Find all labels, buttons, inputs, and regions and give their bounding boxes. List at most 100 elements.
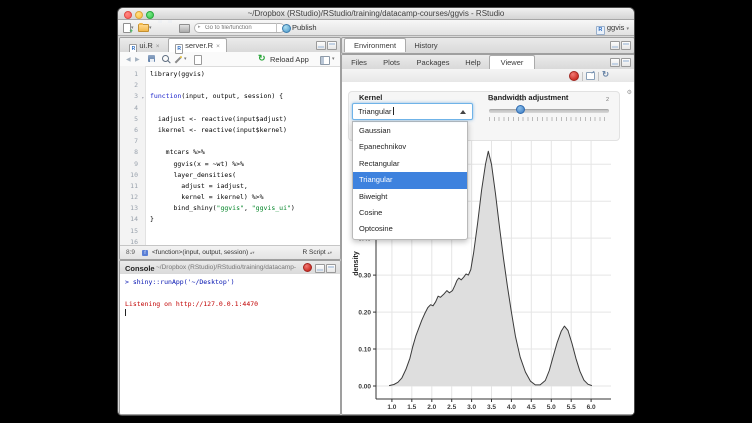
viewer-tabbar: Files Plots Packages Help Viewer: [342, 55, 634, 70]
reload-app-icon[interactable]: ↻: [258, 53, 266, 64]
open-in-new-window-icon[interactable]: [586, 72, 595, 80]
code-line[interactable]: iadjust <- reactive(input$adjust): [150, 114, 340, 125]
tab-server-r[interactable]: Rserver.R×: [168, 38, 227, 52]
console-working-directory: ~/Dropbox (RStudio)/RStudio/training/dat…: [156, 264, 304, 271]
code-line[interactable]: function(input, output, session) {: [150, 91, 340, 102]
console-pane: Console ~/Dropbox (RStudio)/RStudio/trai…: [119, 260, 341, 415]
stop-icon[interactable]: [303, 263, 312, 272]
code-line[interactable]: bind_shiny("ggvis", "ggvis_ui"): [150, 203, 340, 214]
open-folder-caret-icon[interactable]: ▾: [149, 25, 152, 31]
svg-text:6.0: 6.0: [587, 404, 596, 411]
console-line: > shiny::runApp('~/Desktop'): [125, 277, 340, 288]
console-caret: [125, 309, 126, 316]
new-file-icon[interactable]: [123, 23, 131, 33]
code-editor[interactable]: 123▾45678910111213141516 library(ggvis) f…: [120, 66, 340, 245]
maximize-pane-icon[interactable]: [327, 41, 337, 50]
forward-icon[interactable]: ▶: [135, 56, 140, 63]
code-line[interactable]: mtcars %>%: [150, 147, 340, 158]
print-icon[interactable]: [179, 24, 190, 33]
kernel-option-gaussian[interactable]: Gaussian: [353, 123, 467, 139]
minimize-pane-icon[interactable]: [610, 41, 620, 50]
kernel-select[interactable]: Triangular: [352, 103, 473, 120]
reload-app-button[interactable]: Reload App: [270, 55, 309, 64]
tab-history[interactable]: History: [406, 39, 446, 52]
code-line[interactable]: [150, 226, 340, 237]
goto-file-input[interactable]: [194, 23, 285, 33]
open-folder-icon[interactable]: [138, 24, 149, 32]
minimize-button[interactable]: [135, 11, 143, 19]
cursor-position: 8:9: [126, 249, 135, 256]
svg-text:2.5: 2.5: [447, 404, 456, 411]
compile-report-icon[interactable]: [194, 55, 202, 65]
svg-text:4.5: 4.5: [527, 404, 536, 411]
tab-viewer[interactable]: Viewer: [489, 55, 535, 69]
maximize-pane-icon[interactable]: [326, 264, 336, 273]
project-caret-icon: ▾: [626, 26, 629, 32]
code-line[interactable]: layer_densities(: [150, 170, 340, 181]
r-file-icon: R: [175, 44, 183, 54]
project-menu[interactable]: Rggvis ▾: [596, 23, 629, 35]
code-line[interactable]: }: [150, 214, 340, 225]
publish-button[interactable]: Publish: [292, 23, 317, 32]
code-line[interactable]: library(ggvis): [150, 69, 340, 80]
code-line[interactable]: [150, 80, 340, 91]
slider-track[interactable]: [489, 109, 609, 113]
titlebar: ~/Dropbox (RStudio)/RStudio/training/dat…: [118, 8, 634, 20]
kernel-option-epanechnikov[interactable]: Epanechnikov: [353, 139, 467, 155]
scope-selector[interactable]: <function>(input, output, session) ▴▾: [152, 249, 254, 256]
kernel-option-biweight[interactable]: Biweight: [353, 189, 467, 205]
refresh-icon[interactable]: ↻: [602, 69, 609, 80]
zoom-button[interactable]: [146, 11, 154, 19]
minimize-pane-icon[interactable]: [316, 41, 326, 50]
run-options-icon[interactable]: [320, 56, 330, 65]
code-line[interactable]: [150, 103, 340, 114]
save-icon[interactable]: [148, 55, 155, 62]
svg-text:density: density: [353, 251, 360, 276]
code-line[interactable]: ggvis(x = ~wt) %>%: [150, 159, 340, 170]
kernel-option-optcosine[interactable]: Optcosine: [353, 221, 467, 237]
search-icon[interactable]: [162, 55, 169, 62]
run-options-caret-icon[interactable]: ▾: [332, 56, 335, 62]
back-icon[interactable]: ◀: [126, 56, 131, 63]
chevron-up-icon: [460, 110, 466, 114]
tab-files[interactable]: Files: [344, 56, 374, 69]
new-file-caret-icon[interactable]: ▾: [131, 25, 134, 31]
tab-help[interactable]: Help: [458, 56, 488, 69]
toolbar-separator: [582, 72, 583, 81]
code-gutter[interactable]: 123▾45678910111213141516: [120, 66, 146, 245]
close-tab-icon[interactable]: ×: [156, 43, 160, 50]
code-line[interactable]: adjust = iadjust,: [150, 181, 340, 192]
kernel-option-cosine[interactable]: Cosine: [353, 205, 467, 221]
close-button[interactable]: [124, 11, 132, 19]
console-title[interactable]: Console: [125, 264, 155, 273]
source-tabbar: Rui.R× Rserver.R×: [120, 38, 340, 53]
svg-text:2.0: 2.0: [427, 404, 436, 411]
tab-plots[interactable]: Plots: [375, 56, 408, 69]
code-lines[interactable]: library(ggvis) function(input, output, se…: [150, 66, 340, 245]
kernel-option-triangular[interactable]: Triangular: [353, 172, 467, 188]
code-line[interactable]: [150, 136, 340, 147]
code-tools-wand-icon[interactable]: [175, 56, 182, 63]
gear-icon[interactable]: ⚙: [627, 89, 632, 96]
tab-ui-r[interactable]: Rui.R×: [123, 39, 166, 52]
code-tools-caret-icon[interactable]: ▾: [184, 56, 187, 62]
code-line[interactable]: kernel = ikernel) %>%: [150, 192, 340, 203]
maximize-pane-icon[interactable]: [621, 58, 631, 67]
stop-app-icon[interactable]: [569, 71, 579, 81]
maximize-pane-icon[interactable]: [621, 41, 631, 50]
svg-text:4.0: 4.0: [507, 404, 516, 411]
kernel-option-rectangular[interactable]: Rectangular: [353, 156, 467, 172]
environment-pane: Environment History: [341, 37, 634, 54]
minimize-pane-icon[interactable]: [610, 58, 620, 67]
code-line[interactable]: ikernel <- reactive(input$kernel): [150, 125, 340, 136]
tab-environment[interactable]: Environment: [344, 38, 406, 52]
publish-icon[interactable]: [282, 24, 291, 33]
tab-packages[interactable]: Packages: [409, 56, 457, 69]
filetype-selector[interactable]: R Script ▴▾: [303, 249, 332, 256]
slider-handle[interactable]: [516, 105, 525, 114]
close-tab-icon[interactable]: ×: [216, 43, 220, 50]
minimize-pane-icon[interactable]: [315, 264, 325, 273]
console-body[interactable]: > shiny::runApp('~/Desktop') Listening o…: [120, 274, 340, 414]
code-line[interactable]: [150, 237, 340, 245]
console-line: [125, 288, 340, 299]
